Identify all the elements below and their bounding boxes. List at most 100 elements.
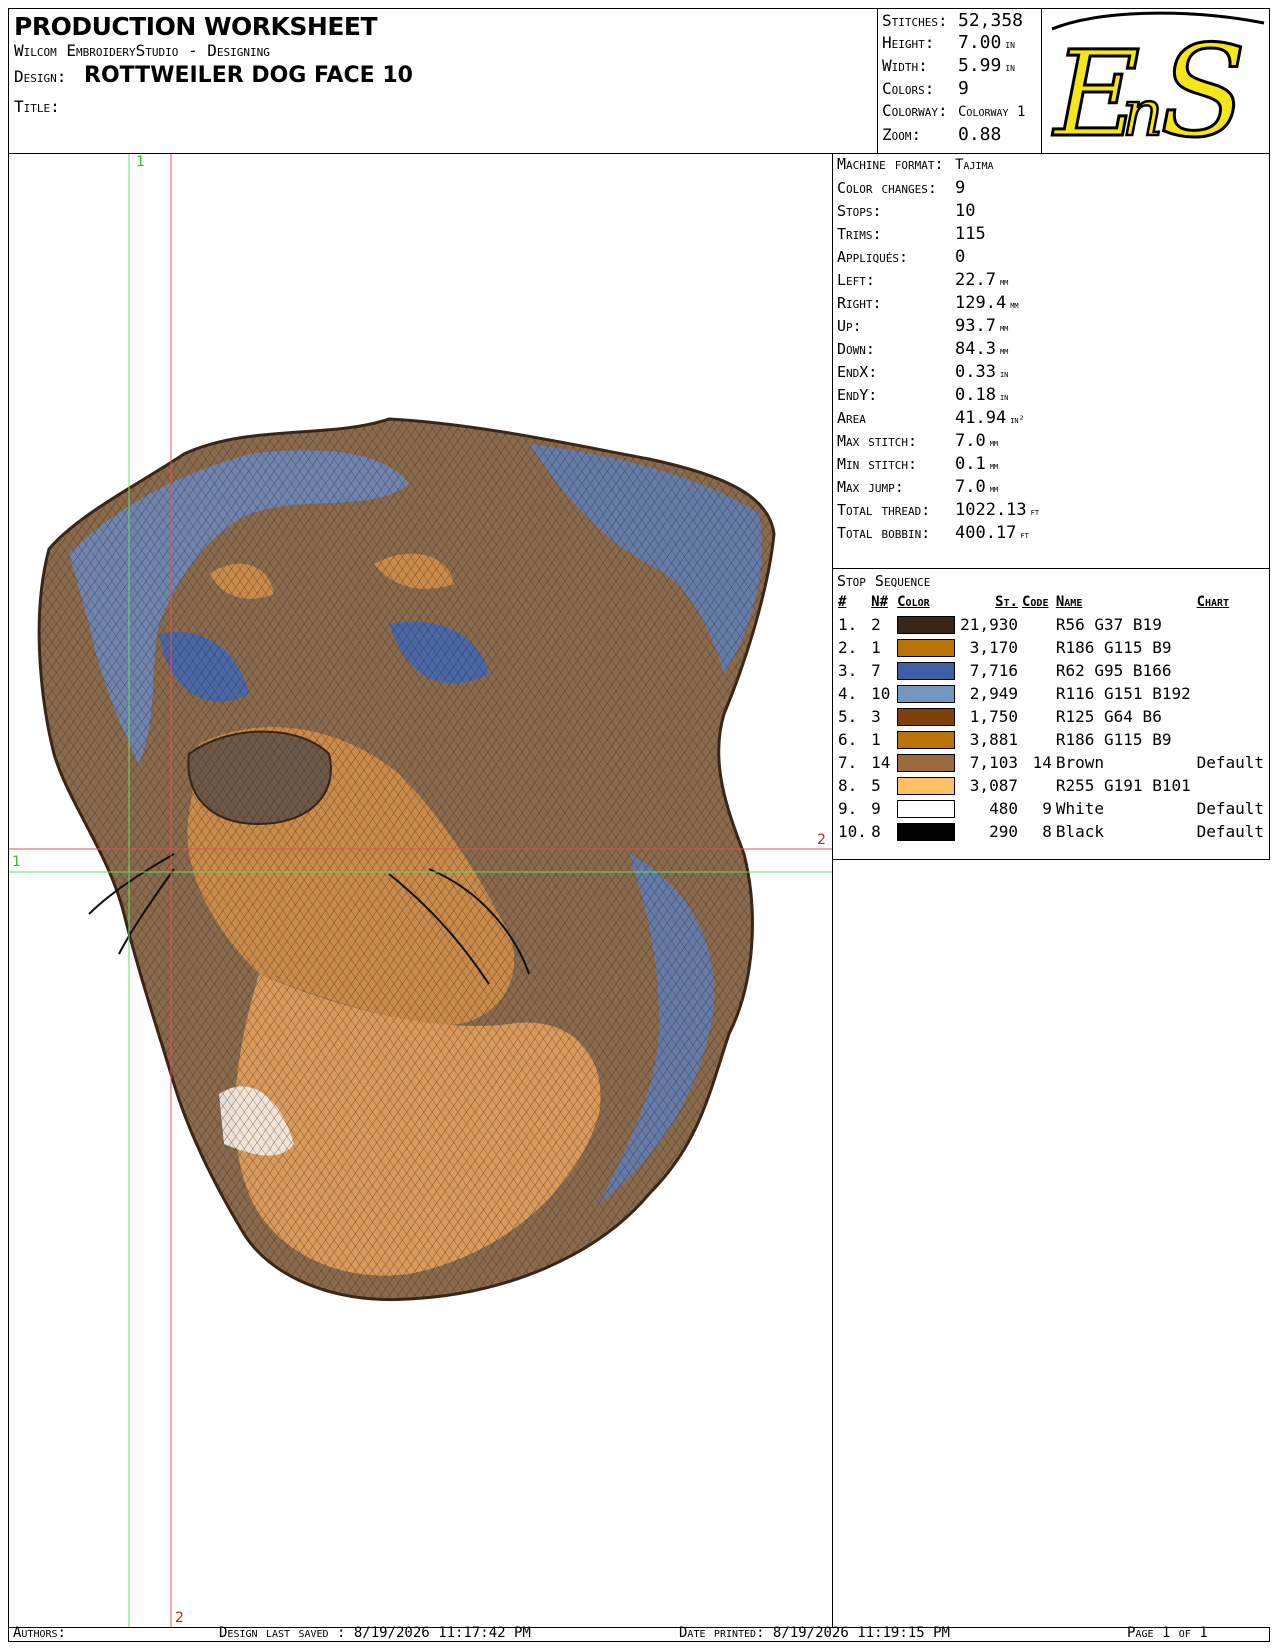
row-stitches: 7,716 [969,661,1018,680]
prop-row: Max jump: 7.0 mm [837,477,999,497]
table-row: 8. 5 3,087 R255 G191 B101 [836,774,1266,797]
row-name: R56 G37 B19 [1055,615,1162,634]
col-code: Code [1021,594,1049,610]
row-code [1020,774,1054,797]
row-color-swatch [895,797,958,820]
stat-row: Colorway: Colorway 1 [882,101,1026,120]
stat-row: Height: 7.00 in [882,32,1015,53]
row-number: 2. [838,638,858,657]
stitch-hatch-b [39,419,775,1300]
design-name: ROTTWEILER DOG FACE 10 [84,63,413,88]
row-chart [1195,682,1266,705]
row-code [1020,659,1054,682]
stat-row: Stitches: 52,358 [882,10,1024,31]
row-color-swatch [895,774,958,797]
row-color-swatch [895,682,958,705]
row-name: Black [1055,822,1105,841]
row-stitches: 7,103 [969,753,1018,772]
row-code [1020,728,1054,751]
design-label: Design: [14,67,67,86]
row-needle: 2 [871,615,881,634]
design-canvas: 1 1 2 2 [8,153,833,1628]
row-needle: 1 [871,730,881,749]
color-swatch [897,708,956,727]
row-chart [1195,636,1266,659]
row-chart [1195,705,1266,728]
row-code: 8 [1042,822,1052,841]
row-name: R186 G115 B9 [1055,638,1172,657]
row-chart [1195,613,1266,636]
header-info: PRODUCTION WORKSHEET Wilcom EmbroiderySt… [8,8,878,154]
guide-label-v2: 2 [175,1610,184,1626]
prop-row: EndX: 0.33 in [837,362,1009,382]
row-number: 1. [838,615,858,634]
software-line: Wilcom EmbroideryStudio - Designing [14,41,270,60]
row-code [1020,705,1054,728]
row-stitches: 3,170 [969,638,1018,657]
color-swatch [897,616,956,635]
worksheet-footer: Authors: Design last saved : 8/19/2026 1… [8,1625,1270,1642]
prop-row: Machine format: Tajima [837,155,994,173]
row-number: 9. [838,799,858,818]
color-swatch [897,662,956,681]
prop-row: Left: 22.7 mm [837,270,1009,290]
row-color-swatch [895,613,958,636]
table-row: 2. 1 3,170 R186 G115 B9 [836,636,1266,659]
color-swatch [897,731,956,750]
design-stats: Stitches: 52,358 Height: 7.00 in Width: 5.99… [877,8,1042,154]
row-color-swatch [895,820,958,843]
row-number: 3. [838,661,858,680]
color-swatch [897,685,956,704]
color-swatch [897,800,956,819]
table-row: 1. 2 21,930 R56 G37 B19 [836,613,1266,636]
row-number: 10. [838,822,867,841]
table-row: 6. 1 3,881 R186 G115 B9 [836,728,1266,751]
row-name: Brown [1055,753,1105,772]
row-code: 14 [1032,753,1052,772]
table-row: 5. 3 1,750 R125 G64 B6 [836,705,1266,728]
stop-sequence: Stop Sequence # N# Color St. Code Name C… [832,568,1270,860]
row-needle: 8 [871,822,881,841]
row-stitches: 1,750 [969,707,1018,726]
row-needle: 5 [871,776,881,795]
row-number: 6. [838,730,858,749]
guide-label-h2: 2 [817,832,826,848]
embroidery-preview: 1 1 2 2 [9,154,832,1627]
color-swatch [897,777,956,796]
row-color-swatch [895,636,958,659]
prop-row: Total bobbin: 400.17 ft [837,523,1029,543]
row-code [1020,636,1054,659]
row-number: 4. [838,684,858,703]
color-swatch [897,754,956,773]
row-stitches: 480 [989,799,1018,818]
col-stitches: St. [995,594,1018,610]
row-color-swatch [895,751,958,774]
row-name: White [1055,799,1105,818]
row-number: 8. [838,776,858,795]
row-needle: 7 [871,661,881,680]
row-stitches: 21,930 [960,615,1018,634]
col-chart: Chart [1196,594,1230,610]
row-needle: 9 [871,799,881,818]
row-needle: 3 [871,707,881,726]
prop-row: Trims: 115 [837,224,986,244]
prop-row: EndY: 0.18 in [837,385,1009,405]
dog-face-design [37,417,776,1302]
row-code [1020,613,1054,636]
table-header-row: # N# Color St. Code Name Chart [836,591,1266,613]
logo-graphic: E n S [1051,11,1265,155]
col-number: # [838,594,847,610]
row-chart: Default [1196,822,1264,841]
row-stitches: 2,949 [969,684,1018,703]
row-code: 9 [1042,799,1052,818]
logo-n: n [1122,77,1163,151]
row-chart [1195,774,1266,797]
design-line: Design: ROTTWEILER DOG FACE 10 [14,63,413,88]
row-stitches: 290 [989,822,1018,841]
prop-row: Color changes: 9 [837,178,966,198]
ens-logo: E n S [1041,8,1270,155]
footer-page-number: Page 1 of 1 [1127,1625,1208,1641]
prop-row: Max stitch: 7.0 mm [837,431,999,451]
prop-row: Appliqués: 0 [837,247,966,267]
row-color-swatch [895,728,958,751]
